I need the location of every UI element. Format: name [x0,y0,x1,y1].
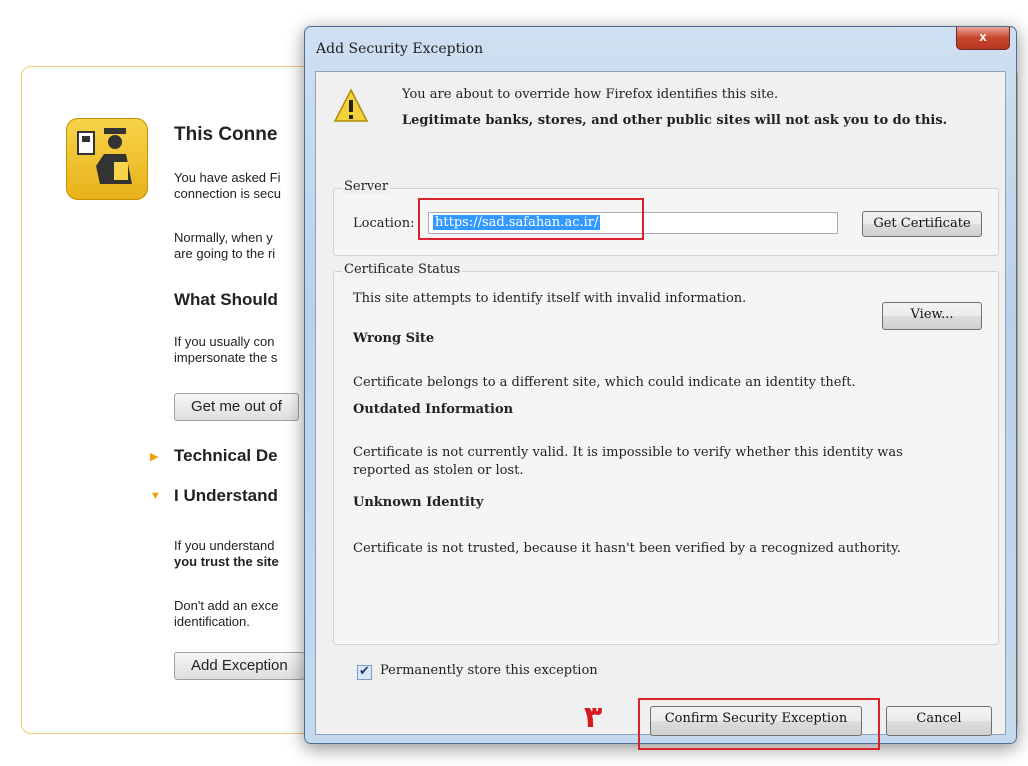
location-label: Location: [353,216,415,231]
what-should-heading: What Should [174,290,278,309]
cancel-button[interactable]: Cancel [886,706,992,736]
outdated-heading: Outdated Information [353,402,514,417]
outdated-text-line2: reported as stolen or lost. [353,463,524,478]
dont-add-text-line2: identification. [174,614,250,629]
warning-message-bold: Legitimate banks, stores, and other publ… [402,113,948,128]
dialog-title: Add Security Exception [316,41,484,57]
permanent-store-checkbox[interactable]: ✔ [357,663,372,680]
outdated-text-line1: Certificate is not currently valid. It i… [353,445,903,460]
usually-text-line2: impersonate the s [174,350,278,365]
warning-message: You are about to override how Firefox id… [402,87,779,102]
understand-text-line2: you trust the site [174,554,279,569]
understand-heading[interactable]: I Understand [174,486,278,506]
identity-officer-icon [66,118,148,200]
location-highlight-box [418,198,644,240]
get-me-out-button[interactable]: Get me out of [174,393,299,421]
add-security-exception-dialog: Add Security Exception x You are about t… [304,26,1017,750]
normal-text-line1: Normally, when y [174,230,273,245]
step-annotation: ٣ [584,700,603,735]
intro-text-line2: connection is secu [174,186,281,201]
permanent-store-label[interactable]: Permanently store this exception [380,663,598,678]
view-label: View... [910,307,954,322]
certificate-status-label: Certificate Status [342,262,463,277]
usually-text-line1: If you usually con [174,334,275,349]
status-intro: This site attempts to identify itself wi… [353,291,747,306]
intro-text-line1: You have asked Fi [174,170,281,185]
dialog-body: You are about to override how Firefox id… [315,71,1006,750]
technical-details-heading[interactable]: Technical De [174,446,278,466]
normal-text-line2: are going to the ri [174,246,276,261]
page-title: This Conne [174,124,278,145]
unknown-identity-text: Certificate is not trusted, because it h… [353,541,901,556]
get-certificate-label: Get Certificate [873,216,971,231]
confirm-highlight-box [638,698,880,750]
cancel-label: Cancel [916,711,962,726]
add-exception-button[interactable]: Add Exception [174,652,305,680]
collapsed-triangle-icon[interactable]: ▶ [150,450,158,463]
view-button[interactable]: View... [882,302,982,330]
wrong-site-heading: Wrong Site [353,331,435,346]
unknown-identity-heading: Unknown Identity [353,495,484,510]
close-icon[interactable]: x [956,27,1010,50]
server-group-label: Server [342,179,391,194]
warning-triangle-icon [333,88,369,122]
wrong-site-text: Certificate belongs to a different site,… [353,375,856,390]
expand-triangle-icon[interactable]: ▼ [150,490,161,502]
understand-text-line1: If you understand [174,538,275,553]
get-certificate-button[interactable]: Get Certificate [862,211,982,237]
dont-add-text-line1: Don't add an exce [174,598,279,613]
dialog-titlebar[interactable]: Add Security Exception x [305,27,1016,71]
checkbox-checked-icon: ✔ [359,663,370,678]
